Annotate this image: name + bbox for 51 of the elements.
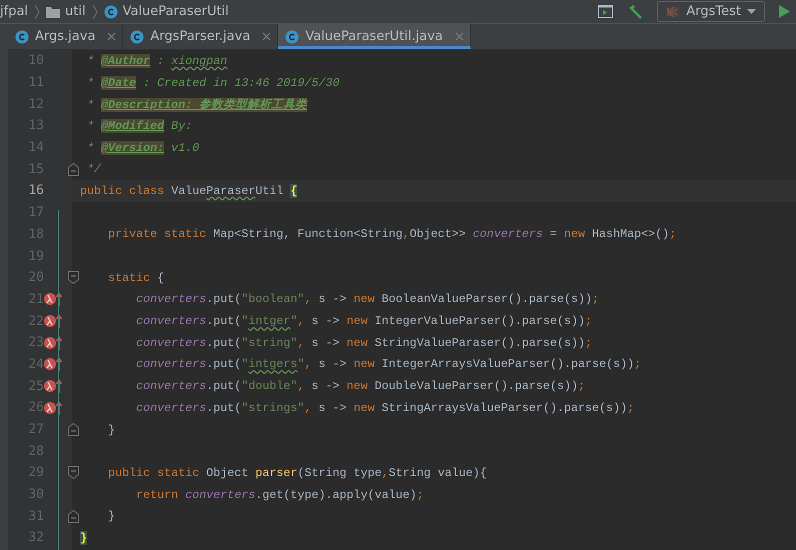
code-line: } xyxy=(107,509,116,524)
code-line: converters.put("boolean", s -> new BooleanValueParser().parse(s)); xyxy=(135,292,600,306)
class-icon xyxy=(104,4,118,18)
breadcrumb-item[interactable]: util xyxy=(44,4,88,19)
test-config-icon xyxy=(666,6,680,18)
code-line: * @Description: 参数类型解析工具类 xyxy=(86,96,308,112)
code-line: converters.put("intger", s -> new IntegerValueParser().parse(s)); xyxy=(135,314,592,328)
lambda-override-icon[interactable] xyxy=(44,291,62,308)
code-line: converters.put("intgers", s -> new IntegerArraysValueParser().parse(s)); xyxy=(135,357,642,372)
code-line: return converters.get(type).apply(value); xyxy=(135,488,424,502)
lambda-override-icon[interactable] xyxy=(44,400,62,416)
code-line: * @Date : Created in 13:46 2019/5/30 xyxy=(86,76,340,90)
code-line: public class ValueParaserUtil { xyxy=(80,184,298,198)
code-line: converters.put("strings", s -> new StringArraysValueParser().parse(s)); xyxy=(135,400,634,415)
breadcrumb-item[interactable]: ValueParaserUtil xyxy=(102,4,231,19)
fold-icon[interactable] xyxy=(68,466,78,480)
fold-icon[interactable] xyxy=(68,510,78,523)
code-line: */ xyxy=(86,162,102,176)
close-icon[interactable] xyxy=(262,32,272,41)
code-line: private static Map<String, Function<String,Object>> converters = new HashMap<>(); xyxy=(107,227,676,242)
code-line: * @Author : xiongpan xyxy=(86,54,228,68)
lambda-override-icon[interactable] xyxy=(44,334,62,351)
code-line: converters.put("double", s -> new DoubleValueParser().parse(s)); xyxy=(135,379,586,394)
fold-icon[interactable] xyxy=(68,271,78,284)
hammer-icon[interactable] xyxy=(627,4,644,20)
chevron-icon xyxy=(92,4,98,20)
terminal-icon[interactable] xyxy=(598,5,614,18)
class-icon xyxy=(15,30,29,44)
class-icon xyxy=(285,30,300,44)
chevron-icon xyxy=(34,4,40,20)
code-line: } xyxy=(107,422,116,437)
breadcrumb-item[interactable]: jfpal xyxy=(0,4,30,19)
code-line: converters.put("string", s -> new StringValueParaser().parse(s)); xyxy=(135,336,592,350)
run-config-dropdown[interactable]: ArgsTest xyxy=(657,1,765,22)
editor-tab[interactable]: ValueParaserUtil.java xyxy=(278,24,471,49)
fold-icon[interactable] xyxy=(68,423,78,436)
code-line: * @Version: v1.0 xyxy=(86,140,200,155)
lambda-override-icon[interactable] xyxy=(44,378,62,394)
caret-icon xyxy=(747,9,756,14)
code-line: public static Object parser(String type,String value){ xyxy=(107,466,487,480)
editor-tab[interactable]: Args.java xyxy=(8,24,124,49)
fold-icon[interactable] xyxy=(68,162,78,176)
close-icon[interactable] xyxy=(107,32,116,41)
folder-icon xyxy=(46,6,60,18)
lambda-override-icon[interactable] xyxy=(44,313,62,330)
code-line: * @Modified By: xyxy=(86,118,192,133)
lambda-override-icon[interactable] xyxy=(44,356,62,372)
code-line: static { xyxy=(107,270,164,285)
run-icon[interactable] xyxy=(779,5,790,18)
line-number: 16 xyxy=(27,183,44,198)
class-icon xyxy=(130,30,144,44)
